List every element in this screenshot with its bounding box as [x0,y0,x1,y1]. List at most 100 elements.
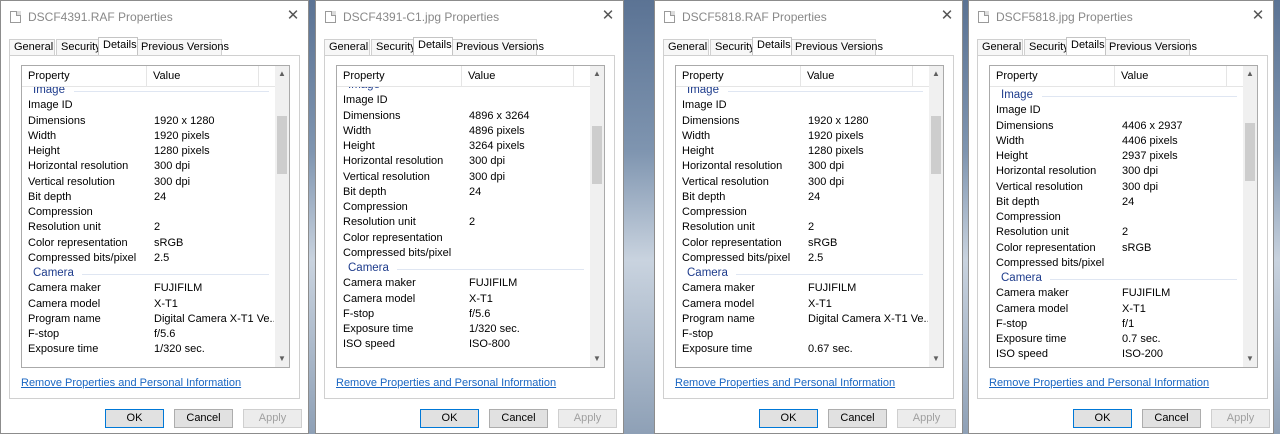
ok-button[interactable]: OK [105,409,164,428]
property-row[interactable]: F-stop f/1 [990,317,1243,332]
cancel-button[interactable]: Cancel [1142,409,1201,428]
property-row[interactable]: Camera maker FUJIFILM [22,281,275,296]
column-header-property[interactable]: Property [343,70,385,82]
property-row[interactable]: Program name Digital Camera X-T1 Ve... [676,312,929,327]
property-row[interactable]: Compression [990,210,1243,225]
property-row[interactable]: Image ID [22,98,275,113]
property-row[interactable]: Dimensions 1920 x 1280 [22,114,275,129]
property-row[interactable]: Camera maker FUJIFILM [990,286,1243,301]
property-row[interactable]: Camera model X-T1 [676,297,929,312]
property-row[interactable]: Exposure time 1/320 sec. [22,342,275,357]
column-divider[interactable] [800,66,801,86]
tab-previous-versions[interactable]: Previous Versions [790,39,883,55]
property-row[interactable]: Width 4896 pixels [337,124,590,139]
remove-properties-link[interactable]: Remove Properties and Personal Informati… [336,377,556,389]
chevron-down-icon[interactable]: ▼ [1243,352,1257,366]
property-row[interactable]: Bit depth 24 [337,185,590,200]
vertical-scrollbar[interactable]: ▲ ▼ [275,66,289,367]
property-row[interactable]: Width 4406 pixels [990,134,1243,149]
property-row[interactable]: Exposure time 0.7 sec. [990,332,1243,347]
property-row[interactable]: Exposure time 1/320 sec. [337,322,590,337]
chevron-down-icon[interactable]: ▼ [929,352,943,366]
cancel-button[interactable]: Cancel [489,409,548,428]
chevron-down-icon[interactable]: ▼ [275,352,289,366]
tab-general[interactable]: General [663,39,709,55]
chevron-up-icon[interactable]: ▲ [275,67,289,81]
property-row[interactable]: Compressed bits/pixel 2.5 [22,251,275,266]
property-row[interactable]: Vertical resolution 300 dpi [22,175,275,190]
title-bar[interactable]: DSCF5818.jpg Properties ✕ [969,1,1273,33]
ok-button[interactable]: OK [1073,409,1132,428]
property-row[interactable]: ISO speed ISO-200 [990,347,1243,362]
close-icon[interactable]: ✕ [936,6,958,26]
column-divider[interactable] [1114,66,1115,86]
property-row[interactable]: Compression [337,200,590,215]
property-row[interactable]: Vertical resolution 300 dpi [676,175,929,190]
remove-properties-link[interactable]: Remove Properties and Personal Informati… [989,377,1209,389]
property-row[interactable]: Bit depth 24 [676,190,929,205]
property-row[interactable]: Width 1920 pixels [676,129,929,144]
property-row[interactable]: Compressed bits/pixel 2.5 [676,251,929,266]
chevron-up-icon[interactable]: ▲ [929,67,943,81]
property-row[interactable]: F-stop [676,327,929,342]
apply-button[interactable]: Apply [558,409,617,428]
property-row[interactable]: Dimensions 4896 x 3264 [337,109,590,124]
remove-properties-link[interactable]: Remove Properties and Personal Informati… [21,377,241,389]
property-row[interactable]: Dimensions 4406 x 2937 [990,119,1243,134]
vertical-scrollbar[interactable]: ▲ ▼ [590,66,604,367]
close-icon[interactable]: ✕ [282,6,304,26]
ok-button[interactable]: OK [759,409,818,428]
tab-general[interactable]: General [977,39,1023,55]
properties-list[interactable]: Property Value Image Image ID Dimensions 1920… [21,65,290,368]
property-row[interactable]: Width 1920 pixels [22,129,275,144]
cancel-button[interactable]: Cancel [828,409,887,428]
title-bar[interactable]: DSCF4391-C1.jpg Properties ✕ [316,1,623,33]
tab-security[interactable]: Security [1024,39,1069,55]
vertical-scrollbar[interactable]: ▲ ▼ [1243,66,1257,367]
close-icon[interactable]: ✕ [1247,6,1269,26]
column-divider[interactable] [912,66,913,86]
property-row[interactable]: Compressed bits/pixel [990,256,1243,271]
column-divider[interactable] [258,66,259,86]
column-header-value[interactable]: Value [807,70,834,82]
tab-details[interactable]: Details [1066,37,1106,55]
close-icon[interactable]: ✕ [597,6,619,26]
title-bar[interactable]: DSCF4391.RAF Properties ✕ [1,1,308,33]
properties-list[interactable]: Property Value ImageImage ID Dimensions 4896… [336,65,605,368]
chevron-up-icon[interactable]: ▲ [590,67,604,81]
column-divider[interactable] [461,66,462,86]
apply-button[interactable]: Apply [897,409,956,428]
tab-security[interactable]: Security [56,39,101,55]
property-row[interactable]: Height 1280 pixels [676,144,929,159]
tab-security[interactable]: Security [371,39,416,55]
scrollbar-thumb[interactable] [592,126,602,184]
property-row[interactable]: Color representation sRGB [990,241,1243,256]
column-divider[interactable] [146,66,147,86]
apply-button[interactable]: Apply [1211,409,1270,428]
property-row[interactable]: Image ID [676,98,929,113]
column-header-value[interactable]: Value [468,70,495,82]
column-header-value[interactable]: Value [1121,70,1148,82]
column-divider[interactable] [1226,66,1227,86]
title-bar[interactable]: DSCF5818.RAF Properties ✕ [655,1,962,33]
scrollbar-thumb[interactable] [1245,123,1255,181]
property-row[interactable]: F-stop f/5.6 [22,327,275,342]
property-row[interactable]: Horizontal resolution 300 dpi [337,154,590,169]
property-row[interactable]: Horizontal resolution 300 dpi [676,159,929,174]
column-header-property[interactable]: Property [996,70,1038,82]
property-row[interactable]: Height 3264 pixels [337,139,590,154]
property-row[interactable]: Resolution unit 2 [22,220,275,235]
property-row[interactable]: Image ID [337,93,590,108]
property-row[interactable]: Camera maker FUJIFILM [676,281,929,296]
tab-previous-versions[interactable]: Previous Versions [451,39,544,55]
property-row[interactable]: Camera maker FUJIFILM [337,276,590,291]
column-header-property[interactable]: Property [682,70,724,82]
tab-security[interactable]: Security [710,39,755,55]
property-row[interactable]: ISO speed ISO-800 [337,337,590,352]
property-row[interactable]: Bit depth 24 [22,190,275,205]
remove-properties-link[interactable]: Remove Properties and Personal Informati… [675,377,895,389]
property-row[interactable]: Horizontal resolution 300 dpi [22,159,275,174]
tab-general[interactable]: General [9,39,55,55]
property-row[interactable]: Color representation sRGB [676,236,929,251]
property-row[interactable]: Compression [676,205,929,220]
